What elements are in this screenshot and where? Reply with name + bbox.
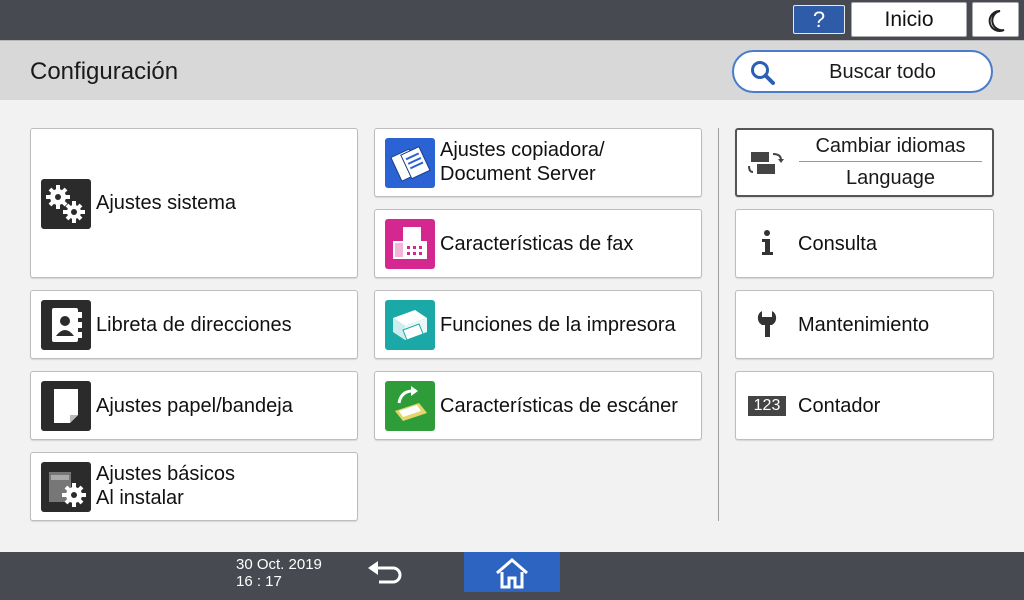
date-text: 30 Oct. 2019 bbox=[236, 556, 322, 573]
fax-features-label: Características de fax bbox=[440, 233, 634, 255]
gears-icon bbox=[41, 179, 91, 229]
back-arrow-icon bbox=[368, 561, 402, 584]
basic-setup-tile[interactable]: Ajustes básicos Al instalar bbox=[30, 452, 358, 521]
fax-features-tile[interactable]: Características de fax bbox=[374, 209, 702, 278]
inquiry-tile[interactable]: Consulta bbox=[735, 209, 994, 278]
address-book-label: Libreta de direcciones bbox=[96, 314, 292, 336]
login-button[interactable]: Inicio sesión bbox=[851, 2, 967, 64]
column-divider bbox=[718, 128, 719, 521]
basic-setup-label-line2: Al instalar bbox=[96, 487, 184, 509]
wrench-icon bbox=[757, 311, 777, 337]
address-book-icon bbox=[41, 300, 91, 350]
time-text: 16 : 17 bbox=[236, 573, 282, 590]
settings-menu: Ajustes sistema Libreta de direcciones A… bbox=[0, 100, 1024, 552]
change-language-label: Cambiar idiomas bbox=[799, 135, 982, 162]
system-settings-tile[interactable]: Ajustes sistema bbox=[30, 128, 358, 278]
scanner-features-tile[interactable]: Características de escáner bbox=[374, 371, 702, 440]
search-all-button[interactable]: Buscar todo bbox=[732, 50, 993, 93]
inquiry-label: Consulta bbox=[798, 233, 877, 255]
back-button[interactable] bbox=[363, 558, 407, 592]
info-icon bbox=[762, 230, 773, 255]
counter-tile[interactable]: 123 Contador bbox=[735, 371, 994, 440]
scanner-icon bbox=[385, 381, 435, 431]
search-all-label: Buscar todo bbox=[829, 61, 936, 83]
system-settings-label: Ajustes sistema bbox=[96, 192, 237, 214]
paper-icon bbox=[41, 381, 91, 431]
maintenance-label: Mantenimiento bbox=[798, 314, 930, 336]
change-language-tile[interactable]: Cambiar idiomas Language bbox=[735, 128, 994, 197]
copier-settings-label: Ajustes copiadora/ Document Server bbox=[440, 138, 605, 186]
basic-setup-label-line1: Ajustes básicos bbox=[96, 463, 235, 485]
basic-setup-label: Ajustes básicos Al instalar bbox=[96, 462, 235, 510]
bottom-bar: 30 Oct. 2019 16 : 17 bbox=[0, 552, 1024, 600]
printer-features-label: Funciones de la impresora bbox=[440, 314, 676, 336]
printer-gear-icon bbox=[41, 462, 91, 512]
language-switch-icon bbox=[748, 152, 784, 174]
counter-label: Contador bbox=[798, 395, 881, 417]
language-label: Language bbox=[846, 167, 935, 189]
header: Configuración Buscar todo bbox=[0, 40, 1024, 100]
copier-icon bbox=[385, 138, 435, 188]
copier-settings-label-line1: Ajustes copiadora/ bbox=[440, 139, 605, 161]
scanner-features-label: Características de escáner bbox=[440, 395, 678, 417]
paper-tray-settings-tile[interactable]: Ajustes papel/bandeja bbox=[30, 371, 358, 440]
help-button[interactable]: ? bbox=[793, 5, 845, 34]
page-title: Configuración bbox=[30, 58, 179, 85]
maintenance-tile[interactable]: Mantenimiento bbox=[735, 290, 994, 359]
date-time: 30 Oct. 2019 16 : 17 bbox=[236, 556, 322, 590]
top-bar: ? Inicio sesión bbox=[0, 0, 1024, 64]
address-book-tile[interactable]: Libreta de direcciones bbox=[30, 290, 358, 359]
home-icon bbox=[496, 558, 528, 589]
counter-icon: 123 bbox=[748, 396, 786, 416]
copier-settings-label-line2: Document Server bbox=[440, 163, 596, 185]
moon-icon bbox=[988, 9, 1005, 32]
printer-features-tile[interactable]: Funciones de la impresora bbox=[374, 290, 702, 359]
home-button[interactable] bbox=[464, 552, 560, 592]
energy-saver-button[interactable] bbox=[972, 2, 1019, 37]
printer-icon bbox=[385, 300, 435, 350]
copier-settings-tile[interactable]: Ajustes copiadora/ Document Server bbox=[374, 128, 702, 197]
paper-tray-settings-label: Ajustes papel/bandeja bbox=[96, 395, 293, 417]
fax-icon bbox=[385, 219, 435, 269]
